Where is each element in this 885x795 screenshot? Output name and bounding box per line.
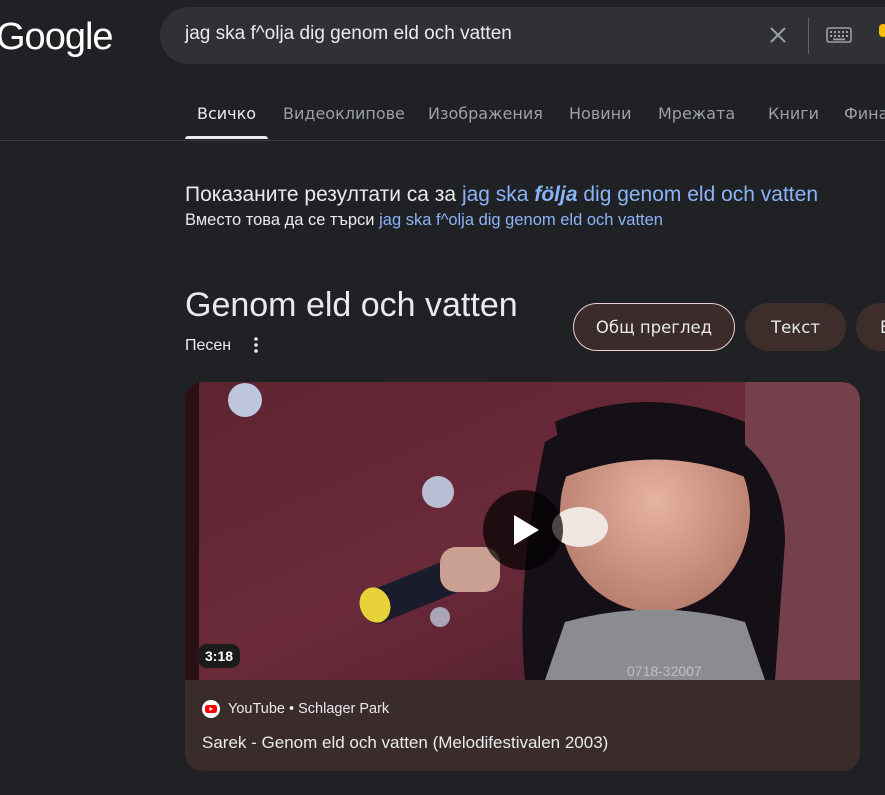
youtube-icon	[202, 700, 220, 718]
play-icon[interactable]	[483, 490, 563, 570]
active-tab-indicator	[185, 136, 268, 139]
knowledge-panel-title: Genom eld och vatten	[185, 286, 518, 324]
chip-overview[interactable]: Общ преглед	[573, 303, 735, 351]
chip-more[interactable]: В	[856, 303, 885, 351]
search-instead: Вместо това да се търси jag ska f^olja d…	[185, 211, 663, 230]
tab-web[interactable]: Мрежата	[658, 104, 735, 123]
mic-icon[interactable]	[876, 23, 885, 47]
google-logo[interactable]: Google	[0, 16, 114, 59]
search-input[interactable]: jag ska f^olja dig genom eld och vatten	[185, 23, 512, 45]
more-options-icon[interactable]	[250, 335, 262, 355]
search-tabs: Всичко Видеоклипове Изображения Новини М…	[184, 92, 885, 140]
video-title[interactable]: Sarek - Genom eld och vatten (Melodifest…	[202, 733, 608, 753]
tab-videos[interactable]: Видеоклипове	[283, 104, 405, 123]
close-icon[interactable]	[766, 23, 790, 47]
original-query-link[interactable]: jag ska f^olja dig genom eld och vatten	[379, 211, 663, 229]
svg-text:0718-32007: 0718-32007	[627, 663, 702, 679]
video-result-card[interactable]: 0718-32007 3:18 YouTube • Schlager Park …	[185, 382, 860, 771]
search-bar[interactable]: jag ska f^olja dig genom eld och vatten	[160, 7, 885, 64]
instead-prefix: Вместо това да се търси	[185, 211, 375, 229]
tab-all[interactable]: Всичко	[197, 104, 256, 123]
knowledge-panel-subtitle: Песен	[185, 337, 232, 354]
search-divider	[808, 17, 809, 54]
chip-lyrics[interactable]: Текст	[745, 303, 846, 351]
tab-finance[interactable]: Финанси	[844, 104, 885, 123]
spelling-correction: Показаните резултати са за jag ska följa…	[185, 183, 818, 207]
video-source: YouTube • Schlager Park	[202, 699, 389, 719]
corrected-query-link[interactable]: jag ska följa dig genom eld och vatten	[462, 183, 818, 206]
correction-prefix: Показаните резултати са за	[185, 183, 457, 206]
tab-images[interactable]: Изображения	[428, 104, 543, 123]
video-source-text: YouTube • Schlager Park	[228, 701, 390, 717]
tab-news[interactable]: Новини	[569, 104, 632, 123]
keyboard-icon[interactable]	[826, 26, 852, 44]
tab-books[interactable]: Книги	[768, 104, 819, 123]
video-duration-badge: 3:18	[198, 644, 241, 668]
header-divider	[0, 140, 885, 141]
